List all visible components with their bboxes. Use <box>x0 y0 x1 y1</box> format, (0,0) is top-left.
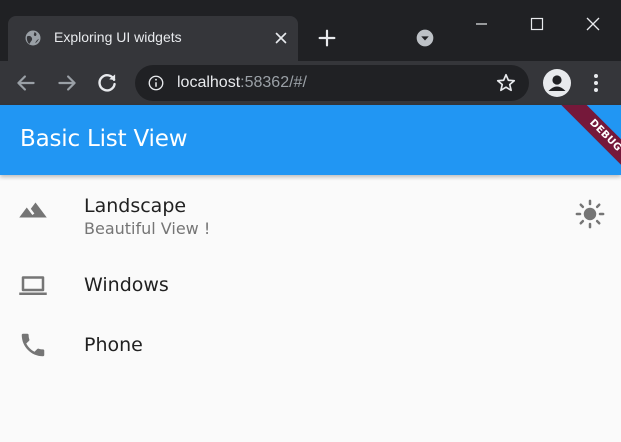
forward-arrow-icon[interactable] <box>54 70 80 96</box>
list-item-title: Windows <box>84 274 169 296</box>
sun-icon <box>575 199 605 229</box>
tab-title: Exploring UI widgets <box>54 29 182 45</box>
globe-icon <box>25 30 41 46</box>
profile-avatar[interactable] <box>543 69 571 97</box>
back-arrow-icon[interactable] <box>13 70 39 96</box>
new-tab-plus-icon[interactable] <box>316 27 338 49</box>
url-text[interactable]: localhost:58362/#/ <box>177 74 307 92</box>
person-icon <box>548 75 566 91</box>
debug-banner: DEBUG <box>556 105 621 175</box>
list-item-subtitle: Beautiful View ! <box>84 219 211 238</box>
maximize-icon[interactable] <box>509 0 565 48</box>
page-title: Basic List View <box>20 126 188 152</box>
url-port-path: :58362/#/ <box>240 74 307 91</box>
reload-icon[interactable] <box>94 70 120 96</box>
window-close-icon[interactable] <box>565 0 621 48</box>
browser-tab[interactable]: Exploring UI widgets <box>8 16 298 61</box>
tab-close-icon[interactable] <box>272 29 290 47</box>
address-bar[interactable]: localhost:58362/#/ <box>135 65 529 101</box>
list-view: Landscape Beautiful View ! Windows Phone <box>0 175 621 442</box>
app-bar: Basic List View DEBUG <box>0 105 621 175</box>
list-item-title: Phone <box>84 334 143 356</box>
landscape-icon <box>19 202 47 218</box>
more-vert-icon[interactable] <box>586 71 606 95</box>
tab-search-chevron-icon[interactable] <box>415 28 435 48</box>
list-item-phone[interactable]: Phone <box>0 315 621 375</box>
minimize-icon[interactable] <box>454 0 510 48</box>
browser-tab-strip: Exploring UI widgets <box>0 0 621 61</box>
list-item-title: Landscape <box>84 195 187 217</box>
info-icon[interactable] <box>147 74 165 92</box>
url-host: localhost <box>177 74 241 91</box>
list-item-landscape[interactable]: Landscape Beautiful View ! <box>0 185 621 247</box>
phone-icon <box>21 333 45 357</box>
list-item-windows[interactable]: Windows <box>0 255 621 315</box>
bookmark-star-icon[interactable] <box>495 72 517 94</box>
browser-toolbar: localhost:58362/#/ <box>0 61 621 105</box>
laptop-icon <box>19 276 47 295</box>
